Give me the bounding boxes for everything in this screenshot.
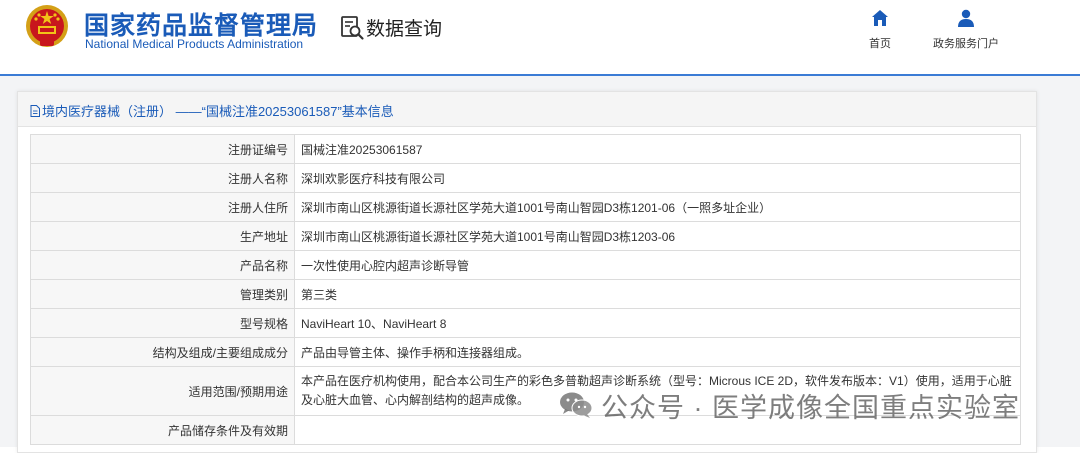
org-name-en: National Medical Products Administration [85,37,304,51]
table-row: 管理类别 第三类 [30,279,1021,309]
row-value: 深圳市南山区桃源街道长源社区学苑大道1001号南山智园D3栋1201-06（一照… [294,192,1021,222]
row-label: 产品储存条件及有效期 [30,415,295,445]
nav-home[interactable]: 首页 [862,8,898,51]
table-row: 生产地址 深圳市南山区桃源街道长源社区学苑大道1001号南山智园D3栋1203-… [30,221,1021,251]
table-row: 注册人名称 深圳欢影医疗科技有限公司 [30,163,1021,193]
row-label: 结构及组成/主要组成成分 [30,337,295,367]
table-row: 注册人住所 深圳市南山区桃源街道长源社区学苑大道1001号南山智园D3栋1201… [30,192,1021,222]
document-icon [30,105,40,117]
row-label: 适用范围/预期用途 [30,366,295,416]
row-value: NaviHeart 10、NaviHeart 8 [294,308,1021,338]
data-query-icon [341,16,364,40]
wechat-icon [560,392,593,418]
row-value: 第三类 [294,279,1021,309]
panel-title: 境内医疗器械（注册） ——“国械注准20253061587”基本信息 [30,101,394,120]
row-value: 产品由导管主体、操作手柄和连接器组成。 [294,337,1021,367]
row-label: 注册人住所 [30,192,295,222]
wechat-watermark: 公众号 · 医学成像全国重点实验室 [559,385,1020,425]
table-row: 产品名称 一次性使用心腔内超声诊断导管 [30,250,1021,280]
table-row: 型号规格 NaviHeart 10、NaviHeart 8 [30,308,1021,338]
row-value: 深圳欢影医疗科技有限公司 [294,163,1021,193]
watermark-text: 公众号 · 医学成像全国重点实验室 [601,392,1020,423]
table-row: 注册证编号 国械注准20253061587 [30,134,1021,164]
table-row: 结构及组成/主要组成成分 产品由导管主体、操作手柄和连接器组成。 [30,337,1021,367]
row-label: 注册人名称 [30,163,295,193]
row-label: 型号规格 [30,308,295,338]
row-value: 国械注准20253061587 [294,134,1021,164]
site-header: 国家药品监督管理局 National Medical Products Admi… [0,0,1080,74]
row-label: 管理类别 [30,279,295,309]
home-icon [872,10,888,26]
user-icon [958,9,974,27]
national-emblem-icon [26,5,68,47]
row-value: 一次性使用心腔内超声诊断导管 [294,250,1021,280]
row-label: 注册证编号 [30,134,295,164]
nav-service-portal[interactable]: 政务服务门户 [925,8,1007,51]
nav-home-label: 首页 [869,38,891,50]
row-label: 生产地址 [30,221,295,251]
nav-service-portal-label: 政务服务门户 [933,38,999,50]
row-value: 深圳市南山区桃源街道长源社区学苑大道1001号南山智园D3栋1203-06 [294,221,1021,251]
row-label: 产品名称 [30,250,295,280]
panel-header: 境内医疗器械（注册） ——“国械注准20253061587”基本信息 [18,92,1036,127]
section-title: 数据查询 [366,19,443,40]
panel-title-text: 境内医疗器械（注册） ——“国械注准20253061587”基本信息 [42,104,394,119]
